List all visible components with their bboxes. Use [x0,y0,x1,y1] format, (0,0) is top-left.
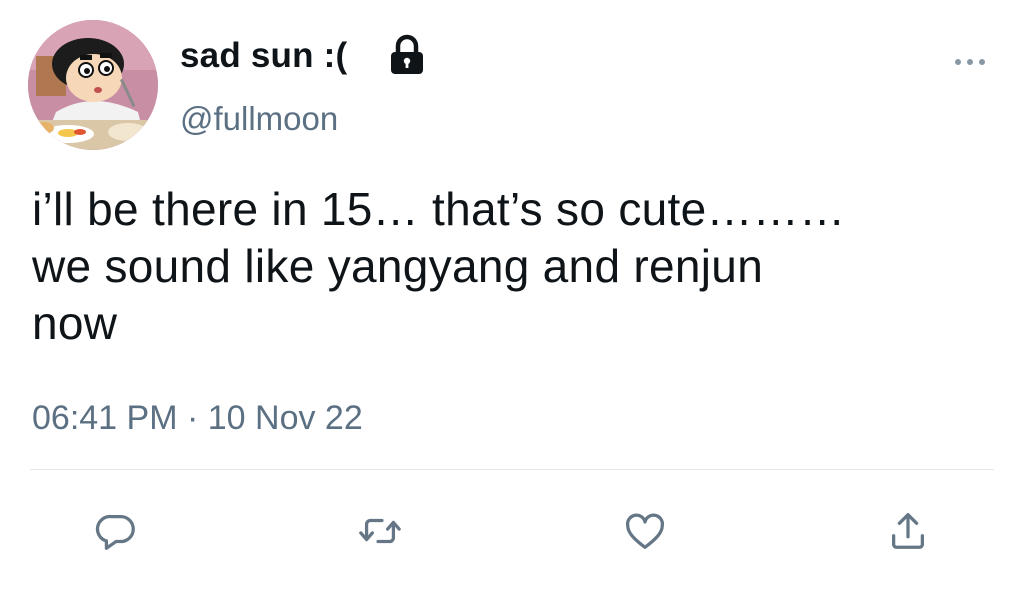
tweet-text-line: now [32,297,118,349]
tweet-text: i’ll be there in 15… that’s so cute……… w… [32,181,992,352]
tweet-text-line: we sound like yangyang and renjun [32,240,764,292]
handle[interactable]: @fullmoon [180,97,338,141]
lock-icon [391,34,423,74]
like-button[interactable] [617,505,673,557]
share-button[interactable] [880,505,936,557]
display-name[interactable]: sad sun :( [180,32,347,80]
retweet-button[interactable] [352,505,408,557]
tweet-text-line: i’ll be there in 15… that’s so cute……… [32,183,846,235]
heart-icon [625,513,665,549]
share-icon [891,513,925,549]
avatar[interactable] [28,20,158,150]
more-dot [955,59,961,65]
divider [30,469,994,470]
cartoon-avatar-image [28,20,158,150]
more-dot [967,59,973,65]
retweet-icon [359,518,401,544]
reply-icon [95,514,135,550]
reply-button[interactable] [88,505,144,557]
more-icon[interactable] [946,50,994,74]
more-dot [979,59,985,65]
timestamp[interactable]: 06:41 PM · 10 Nov 22 [32,396,363,440]
